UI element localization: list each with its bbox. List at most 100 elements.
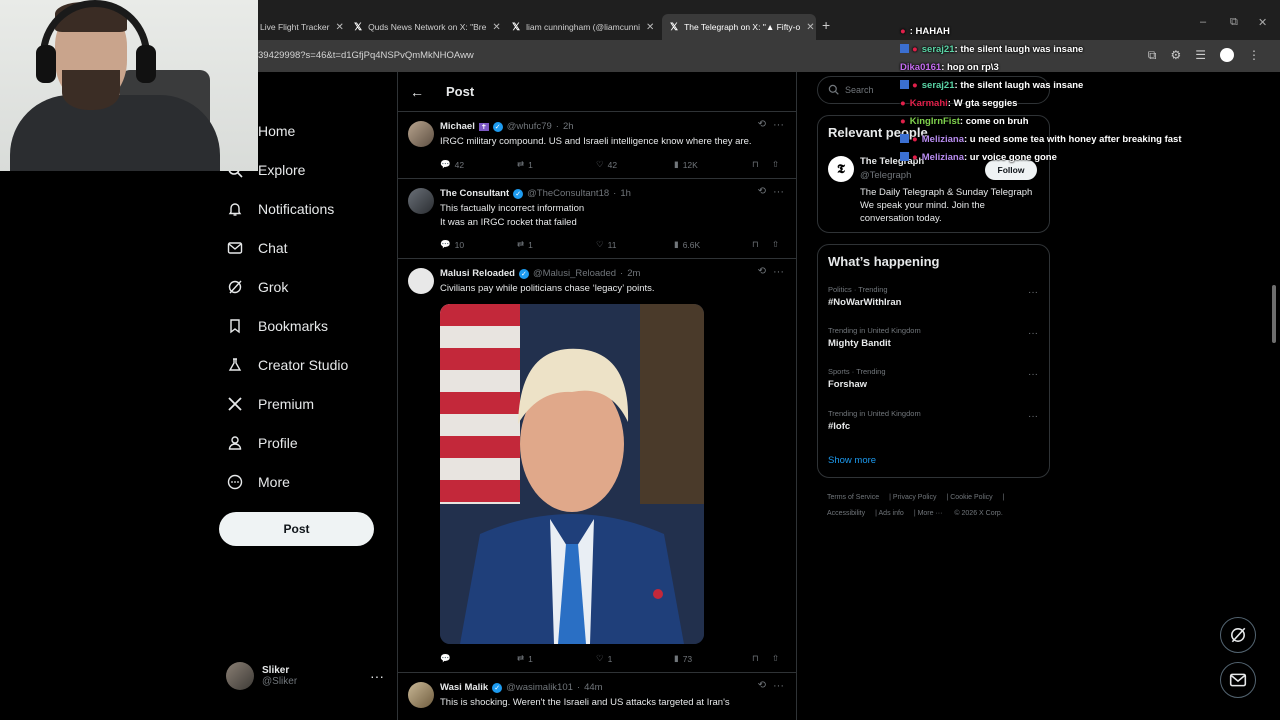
follow-button[interactable]: Follow bbox=[985, 160, 1037, 180]
author-name[interactable]: Wasi Malik bbox=[440, 682, 488, 693]
nav-item-profile[interactable]: Profile bbox=[226, 434, 298, 452]
more-icon[interactable]: ··· bbox=[1028, 328, 1038, 339]
trend-item[interactable]: Politics · Trending #NoWarWithIran ··· bbox=[828, 285, 1038, 308]
timestamp[interactable]: 2h bbox=[563, 121, 574, 132]
grok-icon[interactable]: ⟲ bbox=[758, 119, 766, 130]
author-handle[interactable]: @whufc79 bbox=[507, 121, 552, 132]
puzzle-icon[interactable]: ⚙ bbox=[1170, 48, 1181, 63]
minimize-button[interactable]: – bbox=[1200, 16, 1206, 28]
retweet-button[interactable]: ⇄ 1 bbox=[517, 653, 533, 664]
person-handle[interactable]: @Telegraph bbox=[860, 170, 911, 181]
author-handle[interactable]: @Malusi_Reloaded bbox=[533, 268, 616, 279]
chat-message: ● Meliziana: u need some tea with honey a… bbox=[900, 134, 1182, 145]
back-arrow-icon[interactable]: ← bbox=[410, 84, 424, 100]
reply-button[interactable]: 💬 42 bbox=[440, 159, 464, 170]
more-icon[interactable]: ··· bbox=[1028, 369, 1038, 380]
x-logo-icon bbox=[226, 395, 244, 413]
close-icon[interactable]: ✕ bbox=[646, 22, 654, 33]
bookmark-icon[interactable]: ⊓ bbox=[752, 653, 759, 664]
like-button[interactable]: ♡ 11 bbox=[596, 239, 616, 250]
new-tab-button[interactable]: + bbox=[822, 17, 830, 33]
avatar[interactable] bbox=[408, 121, 434, 147]
maximize-button[interactable]: ⧉ bbox=[1230, 16, 1238, 29]
browser-tab[interactable]: Live Flight Tracker ✕ bbox=[252, 14, 346, 40]
tweet[interactable]: Wasi Malik ✓ @wasimalik101 · 44m ⟲ ··· T… bbox=[398, 674, 796, 720]
nav-item-notifications[interactable]: Notifications bbox=[226, 200, 334, 218]
grok-icon[interactable]: ⟲ bbox=[758, 266, 766, 277]
footer-link[interactable]: Cookie Policy bbox=[950, 494, 992, 501]
profile-avatar-icon[interactable] bbox=[1220, 48, 1234, 62]
nav-item-grok[interactable]: Grok bbox=[226, 278, 288, 296]
tweet[interactable]: Malusi Reloaded ✓ @Malusi_Reloaded · 2m … bbox=[398, 260, 796, 673]
share-icon[interactable]: ⇧ bbox=[772, 239, 779, 250]
url-field[interactable]: 39429998?s=46&t=d1GfjPq4NSPvQmMkNHOAww bbox=[258, 50, 474, 61]
browser-tab[interactable]: 𝕏 Quds News Network on X: "Bre ✕ bbox=[346, 14, 504, 40]
views-button[interactable]: ▮ 6.6K bbox=[674, 239, 700, 250]
author-handle[interactable]: @TheConsultant18 bbox=[527, 188, 609, 199]
avatar[interactable] bbox=[408, 268, 434, 294]
close-icon[interactable]: ✕ bbox=[806, 22, 814, 33]
footer-link[interactable]: Privacy Policy bbox=[893, 494, 937, 501]
views-button[interactable]: ▮ 12K bbox=[674, 159, 698, 170]
show-more-link[interactable]: Show more bbox=[828, 455, 876, 466]
account-switcher[interactable]: Sliker @Sliker bbox=[226, 662, 297, 690]
nav-item-premium[interactable]: Premium bbox=[226, 395, 314, 413]
share-icon[interactable]: ⇧ bbox=[772, 159, 779, 170]
retweet-button[interactable]: ⇄ 1 bbox=[517, 239, 533, 250]
nav-item-creator-studio[interactable]: Creator Studio bbox=[226, 356, 348, 374]
retweet-button[interactable]: ⇄ 1 bbox=[517, 159, 533, 170]
post-button[interactable]: Post bbox=[219, 512, 374, 546]
tweet[interactable]: The Consultant ✓ @TheConsultant18 · 1h ⟲… bbox=[398, 180, 796, 259]
like-button[interactable]: ♡ 42 bbox=[596, 159, 617, 170]
scrollbar[interactable] bbox=[1272, 285, 1276, 343]
more-icon[interactable]: ··· bbox=[773, 680, 784, 692]
grok-icon[interactable]: ⟲ bbox=[758, 186, 766, 197]
like-button[interactable]: ♡ 1 bbox=[596, 653, 612, 664]
bookmark-icon[interactable]: ⊓ bbox=[752, 239, 759, 250]
extension-icon[interactable]: ⧉ bbox=[1148, 48, 1157, 63]
account-more-icon[interactable]: ··· bbox=[370, 668, 384, 684]
author-handle[interactable]: @wasimalik101 bbox=[506, 682, 573, 693]
author-name[interactable]: Malusi Reloaded bbox=[440, 268, 515, 279]
sidebar-icon[interactable]: ☰ bbox=[1195, 48, 1206, 63]
more-icon[interactable]: ··· bbox=[773, 186, 784, 198]
reply-button[interactable]: 💬 10 bbox=[440, 239, 464, 250]
avatar[interactable] bbox=[408, 682, 434, 708]
footer-link[interactable]: Ads info bbox=[879, 510, 904, 517]
close-window-button[interactable]: ✕ bbox=[1258, 16, 1267, 29]
nav-item-chat[interactable]: Chat bbox=[226, 239, 288, 257]
share-icon[interactable]: ⇧ bbox=[772, 653, 779, 664]
author-name[interactable]: The Consultant bbox=[440, 188, 509, 199]
grok-icon[interactable]: ⟲ bbox=[758, 680, 766, 691]
close-icon[interactable]: ✕ bbox=[335, 22, 343, 33]
browser-tab-active[interactable]: 𝕏 The Telegraph on X: "▲ Fifty-o ✕ bbox=[662, 14, 816, 40]
avatar[interactable] bbox=[408, 188, 434, 214]
footer-link[interactable]: More ··· bbox=[918, 510, 943, 517]
browser-tab[interactable]: 𝕏 liam cunningham (@liamcunni ✕ bbox=[504, 14, 662, 40]
menu-dots-icon[interactable]: ⋮ bbox=[1248, 48, 1260, 63]
timestamp[interactable]: 2m bbox=[627, 268, 640, 279]
timestamp[interactable]: 1h bbox=[620, 188, 631, 199]
trend-item[interactable]: Trending in United Kingdom #lofc ··· bbox=[828, 409, 1038, 432]
footer-link[interactable]: Accessibility bbox=[827, 510, 865, 517]
messages-fab-button[interactable] bbox=[1220, 662, 1256, 698]
more-icon[interactable]: ··· bbox=[773, 266, 784, 278]
close-icon[interactable]: ✕ bbox=[492, 22, 500, 33]
more-icon[interactable]: ··· bbox=[773, 119, 784, 131]
trend-item[interactable]: Trending in United Kingdom Mighty Bandit… bbox=[828, 326, 1038, 349]
timestamp[interactable]: 44m bbox=[584, 682, 602, 693]
footer-link[interactable]: Terms of Service bbox=[827, 494, 879, 501]
author-name[interactable]: Michael bbox=[440, 121, 475, 132]
trend-item[interactable]: Sports · Trending Forshaw ··· bbox=[828, 367, 1038, 390]
tweet[interactable]: Michael ✝ ✓ @whufc79 · 2h ⟲ ··· IRGC mil… bbox=[398, 113, 796, 179]
more-icon[interactable]: ··· bbox=[1028, 287, 1038, 298]
views-button[interactable]: ▮ 73 bbox=[674, 653, 692, 664]
nav-item-more[interactable]: More bbox=[226, 473, 290, 491]
tweet-image[interactable] bbox=[440, 304, 704, 644]
more-icon[interactable]: ··· bbox=[1028, 411, 1038, 422]
telegraph-logo-icon[interactable]: 𝕿 bbox=[828, 156, 854, 182]
nav-item-bookmarks[interactable]: Bookmarks bbox=[226, 317, 328, 335]
bookmark-icon[interactable]: ⊓ bbox=[752, 159, 759, 170]
grok-fab-button[interactable] bbox=[1220, 617, 1256, 653]
reply-button[interactable]: 💬 bbox=[440, 653, 455, 664]
